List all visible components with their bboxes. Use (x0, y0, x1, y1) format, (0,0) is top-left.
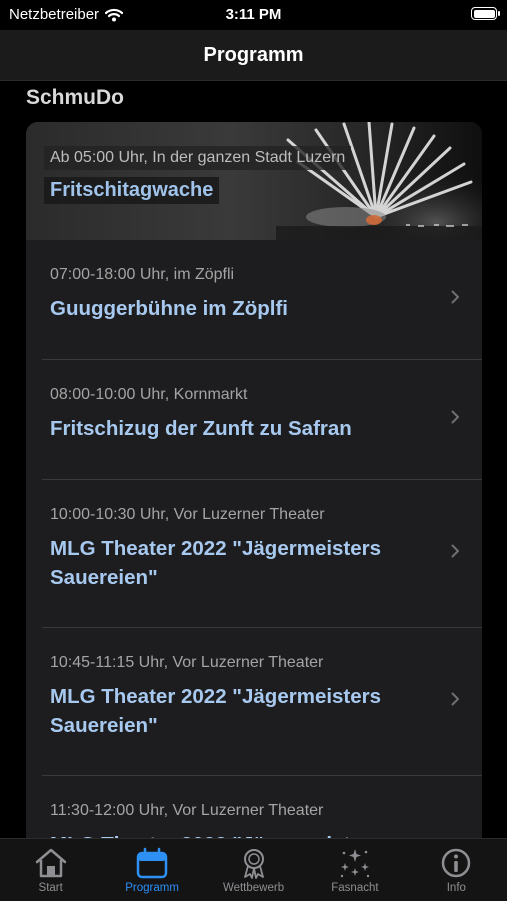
tab-bar: Start Programm Wettbewerb Fasnacht Info (0, 838, 507, 901)
chevron-right-icon (451, 544, 459, 558)
navigation-bar: Programm (0, 30, 507, 81)
tab-label: Start (38, 882, 63, 894)
event-time-location: 07:00-18:00 Uhr, im Zöpfli (50, 266, 235, 283)
page-title: Programm (203, 43, 304, 66)
tab-label: Wettbewerb (222, 882, 285, 894)
list-item[interactable]: 10:00-10:30 Uhr, Vor Luzerner Theater ML… (26, 480, 482, 628)
tab-wettbewerb[interactable]: Wettbewerb (203, 839, 304, 901)
battery-icon (471, 7, 500, 20)
hero-event-subtitle: Ab 05:00 Uhr, In der ganzen Stadt Luzern (44, 146, 352, 170)
tab-label: Info (446, 882, 466, 894)
event-title: Guuggerbühne im Zöplfi (50, 297, 289, 320)
sparkles-icon (340, 849, 370, 878)
event-time-location: 10:00-10:30 Uhr, Vor Luzerner Theater (50, 506, 325, 523)
event-card: Ab 05:00 Uhr, In der ganzen Stadt Luzern… (26, 122, 482, 838)
status-bar: Netzbetreiber 3:11 PM (0, 0, 507, 30)
award-icon (243, 849, 264, 879)
chevron-right-icon (451, 692, 459, 706)
event-time-location: 10:45-11:15 Uhr, Vor Luzerner Theater (50, 654, 324, 671)
tab-fasnacht[interactable]: Fasnacht (304, 839, 405, 901)
list-item[interactable]: 07:00-18:00 Uhr, im Zöpfli Guuggerbühne … (26, 240, 482, 360)
calendar-icon (136, 847, 168, 879)
list-item[interactable]: 11:30-12:00 Uhr, Vor Luzerner Theater ML… (26, 776, 482, 838)
chevron-right-icon (451, 410, 459, 424)
hero-event[interactable]: Ab 05:00 Uhr, In der ganzen Stadt Luzern… (26, 122, 482, 240)
home-icon (35, 848, 66, 878)
tab-label: Fasnacht (331, 882, 379, 894)
section-title: SchmuDo (26, 86, 125, 109)
event-title: MLG Theater 2022 "Jägermeisters Sauereie… (50, 830, 432, 838)
tab-info[interactable]: Info (406, 839, 507, 901)
tab-start[interactable]: Start (0, 839, 101, 901)
hero-event-title: Fritschitagwache (44, 177, 220, 204)
tab-label: Programm (125, 882, 179, 894)
event-time-location: 11:30-12:00 Uhr, Vor Luzerner Theater (50, 802, 324, 819)
info-icon (442, 848, 471, 878)
list-item[interactable]: 10:45-11:15 Uhr, Vor Luzerner Theater ML… (26, 628, 482, 776)
clock: 3:11 PM (225, 6, 282, 23)
event-title: MLG Theater 2022 "Jägermeisters Sauereie… (50, 537, 382, 589)
event-time-location: 08:00-10:00 Uhr, Kornmarkt (50, 386, 248, 403)
event-title: Fritschizug der Zunft zu Safran (50, 417, 352, 440)
event-title: MLG Theater 2022 "Jägermeisters Sauereie… (50, 685, 382, 737)
program-list[interactable]: SchmuDo Ab 05:00 Uhr, In der ganzen Stad… (0, 80, 507, 838)
list-item[interactable]: 08:00-10:00 Uhr, Kornmarkt Fritschizug d… (26, 360, 482, 480)
chevron-right-icon (451, 290, 459, 304)
tab-programm[interactable]: Programm (101, 839, 202, 901)
